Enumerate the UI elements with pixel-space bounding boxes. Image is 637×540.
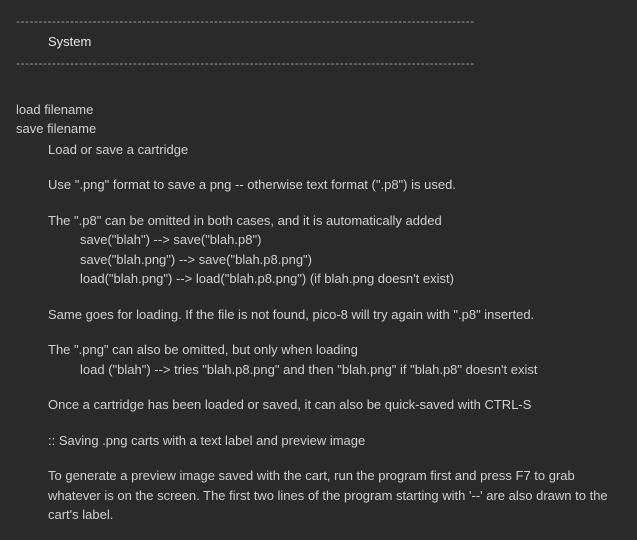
paragraph: Same goes for loading. If the file is no… [16,305,621,325]
paragraph: The ".png" can also be omitted, but only… [16,340,621,360]
example-line: save("blah") --> save("blah.p8") [16,230,621,250]
paragraph: Use ".png" format to save a png -- other… [16,175,621,195]
example-line: load ("blah") --> tries "blah.p8.png" an… [16,360,621,380]
example-line: load("blah.png") --> load("blah.p8.png")… [16,269,621,289]
divider-top: ----------------------------------------… [16,12,621,30]
divider-bottom: ----------------------------------------… [16,54,621,72]
paragraph: To generate a preview image saved with t… [16,466,621,525]
section-title: System [16,32,621,52]
example-line: save("blah.png") --> save("blah.p8.png") [16,250,621,270]
paragraph: Once a cartridge has been loaded or save… [16,395,621,415]
doc-content: load filename save filename Load or save… [16,100,621,525]
command-load: load filename [16,100,621,120]
command-save: save filename [16,119,621,139]
subheading: :: Saving .png carts with a text label a… [16,431,621,451]
paragraph: The ".p8" can be omitted in both cases, … [16,211,621,231]
desc-line: Load or save a cartridge [16,140,621,160]
